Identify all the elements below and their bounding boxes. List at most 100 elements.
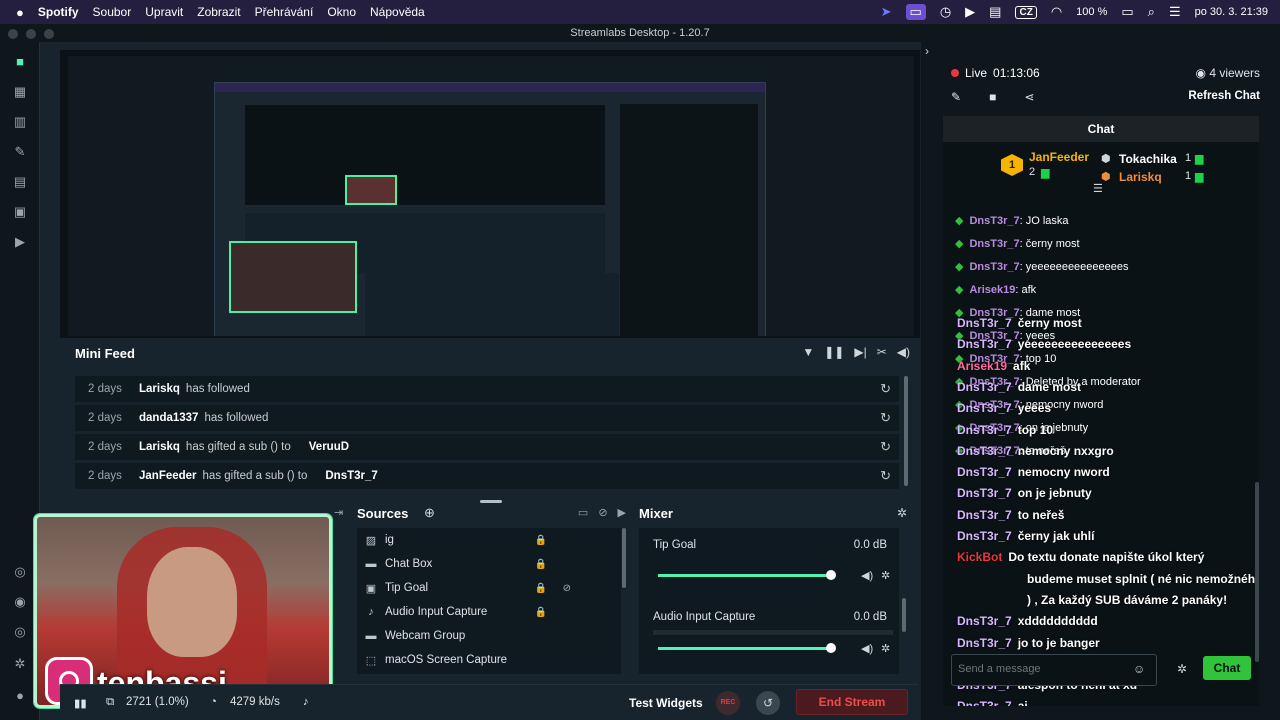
input-language-badge[interactable]: CZ [1015,5,1037,19]
emoji-icon[interactable]: ☺ [1133,662,1145,676]
chat-username[interactable]: DnsT3r_7 [969,261,1019,273]
source-properties-icon[interactable]: ▶ [618,506,626,519]
chat-settings-icon[interactable]: ✲ [1177,662,1187,676]
repeat-alert-icon[interactable]: ↻ [880,410,891,426]
volume-slider[interactable] [658,574,831,577]
add-source-icon[interactable]: ⊕ [424,505,435,521]
menu-zobrazit[interactable]: Zobrazit [197,5,240,19]
notification-bell-icon[interactable]: ♪ [303,696,309,708]
status-screen-icon[interactable]: ▭ [905,4,926,20]
replay-buffer-icon[interactable]: ↺ [756,691,780,715]
mixer-settings-icon[interactable]: ✲ [897,506,907,520]
status-file-icon[interactable]: ▤ [989,4,1001,20]
collapse-dock-icon[interactable]: › [925,44,929,58]
edit-stream-icon[interactable]: ✎ [951,90,961,104]
sources-scrollbar[interactable] [622,528,626,588]
nav-dashboard-icon[interactable]: ▣ [12,204,28,220]
close-window-button[interactable] [8,29,18,39]
source-item[interactable]: ▬ Chat Box 🔒 [357,552,621,576]
user-profile-icon[interactable]: ● [12,688,28,704]
gift-icon: ▆ [1041,167,1050,179]
settings-gear-icon[interactable]: ✲ [12,656,28,672]
volume-slider-knob[interactable] [825,570,836,580]
nav-tool-icon[interactable]: ◉ [12,594,28,610]
volume-slider[interactable] [658,647,831,650]
performance-icon[interactable]: ▮▮ [74,696,87,710]
chat-username[interactable]: Arisek19 [969,284,1015,296]
volume-icon[interactable]: ◀) [897,345,910,359]
source-item[interactable]: ▣ Tip Goal 🔒 ⊘ [357,576,621,600]
status-play-icon[interactable]: ▶ [965,4,975,20]
battery-level[interactable]: 100 % [1076,6,1107,18]
source-settings-icon[interactable]: ✲ [881,642,890,655]
menu-soubor[interactable]: Soubor [93,5,132,19]
feed-row[interactable]: 2 days JanFeeder has gifted a sub () to Dns… [75,463,899,489]
lock-icon[interactable]: 🔒 [535,535,547,546]
end-stream-button[interactable]: End Stream [796,689,908,715]
lock-icon[interactable]: 🔒 [535,583,547,594]
clock[interactable]: po 30. 3. 21:39 [1195,6,1268,18]
lock-icon[interactable]: 🔒 [535,559,547,570]
nav-highlighter-icon[interactable]: ◎ [12,564,28,580]
menu-app-name[interactable]: Spotify [38,5,79,19]
collapse-arrow-icon[interactable]: ⇥ [334,506,343,519]
feed-row[interactable]: 2 days danda1337 has followed ↻ [75,405,899,431]
repeat-alert-icon[interactable]: ↻ [880,468,891,484]
share-icon[interactable]: ⋖ [1024,90,1034,104]
minimize-window-button[interactable] [26,29,36,39]
pause-icon[interactable]: ❚❚ [824,345,844,359]
record-button[interactable]: REC [716,691,740,715]
menu-napoveda[interactable]: Nápověda [370,5,425,19]
menu-upravit[interactable]: Upravit [145,5,183,19]
nav-themes-icon[interactable]: ✎ [12,144,28,160]
chat-scrollbar[interactable] [1255,482,1259,662]
apple-icon[interactable]: ● [16,5,24,20]
stream-preview[interactable] [68,56,914,336]
chat-message-input[interactable]: Send a message [951,654,1157,686]
mute-icon[interactable]: ◀) [861,569,873,582]
nav-store-icon[interactable]: ▤ [12,174,28,190]
overlay-username: DnsT3r_7 [957,443,1012,458]
camera-icon[interactable]: ■ [989,90,996,104]
volume-slider-knob[interactable] [825,643,836,653]
spotlight-search-icon[interactable]: ⌕ [1148,4,1155,20]
sources-title: Sources [357,506,409,521]
source-item[interactable]: ▬ Webcam Group [357,624,621,648]
source-item[interactable]: ⬚ macOS Screen Capture [357,648,621,672]
hidden-eye-icon[interactable]: ⊘ [563,583,571,594]
menu-okno[interactable]: Okno [327,5,356,19]
source-item[interactable]: ♪ Audio Input Capture 🔒 [357,600,621,624]
filter-icon[interactable]: ▼ [802,345,814,359]
nav-layout-icon[interactable]: ▦ [12,84,28,100]
refresh-chat-button[interactable]: Refresh Chat [1188,90,1260,102]
chat-username[interactable]: DnsT3r_7 [969,238,1019,250]
zoom-window-button[interactable] [44,29,54,39]
expand-leaderboard-icon[interactable]: ☰ [1093,182,1103,195]
repeat-alert-icon[interactable]: ↻ [880,439,891,455]
status-arrow-icon[interactable]: ➤ [881,4,892,20]
chat-username[interactable]: DnsT3r_7 [969,215,1019,227]
mixer-scrollbar[interactable] [902,598,906,632]
test-widgets-button[interactable]: Test Widgets [629,696,703,710]
source-item[interactable]: ▨ ig 🔒 [357,528,621,552]
lock-icon[interactable]: 🔒 [535,607,547,618]
mute-icon[interactable]: ◀) [861,642,873,655]
remove-icon[interactable]: ⊘ [598,506,607,519]
status-clock-icon[interactable]: ◷ [940,4,951,20]
nav-cloud-icon[interactable]: ◎ [12,624,28,640]
control-center-icon[interactable]: ☰ [1169,4,1181,20]
folder-icon[interactable]: ▭ [578,506,588,519]
repeat-alert-icon[interactable]: ↻ [880,381,891,397]
feed-row[interactable]: 2 days Lariskq has gifted a sub () to Veruu… [75,434,899,460]
nav-editor-icon[interactable]: ■ [12,54,28,70]
source-settings-icon[interactable]: ✲ [881,569,890,582]
feed-row[interactable]: 2 days Lariskq has followed ↻ [75,376,899,402]
wifi-icon[interactable]: ◠ [1051,4,1062,20]
nav-recordings-icon[interactable]: ▶ [12,234,28,250]
menu-prehravani[interactable]: Přehrávání [255,5,314,19]
nav-studio-icon[interactable]: ▥ [12,114,28,130]
mute-alerts-icon[interactable]: ✂ [877,345,887,359]
skip-icon[interactable]: ▶| [854,345,866,359]
send-chat-button[interactable]: Chat [1203,656,1251,680]
mini-feed-scrollbar[interactable] [904,376,908,486]
